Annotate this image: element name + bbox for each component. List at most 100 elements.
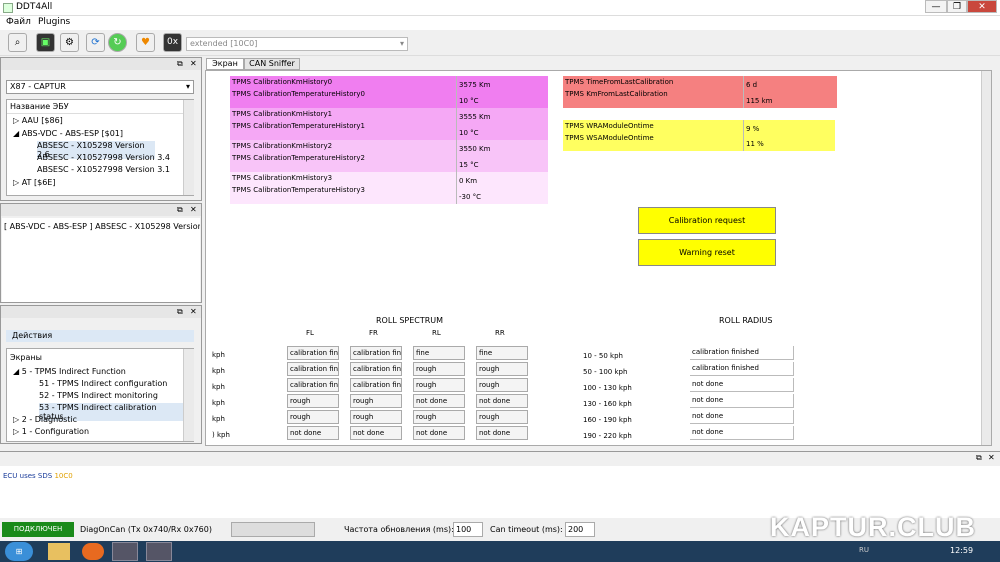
timeout-spinbox[interactable]: 200 <box>565 522 595 537</box>
screen-scrollbar[interactable] <box>981 71 991 445</box>
tree-scrollbar[interactable] <box>183 100 194 195</box>
tab-can-sniffer[interactable]: CAN Sniffer <box>244 58 300 70</box>
app-icon <box>3 3 13 13</box>
firefox-icon[interactable] <box>82 543 104 560</box>
dock-header: ⧉ ✕ <box>1 58 201 70</box>
ontime-label: TPMS WRAModuleOntime <box>565 122 654 130</box>
spectrum-cell: calibration finis <box>350 378 402 392</box>
float-icon[interactable]: ⧉ <box>976 453 982 463</box>
vehicle-dock: ⧉ ✕ X87 - CAPTUR ▾ Название ЭБУ ▷ AAU [$8… <box>0 57 202 201</box>
history-row: TPMS CalibrationTemperatureHistory2 15 °C <box>230 154 548 172</box>
language-indicator[interactable]: RU <box>859 546 869 554</box>
spectrum-cell: rough <box>476 362 528 376</box>
spectrum-cell: rough <box>350 410 402 424</box>
history-label: TPMS CalibrationKmHistory2 <box>232 142 333 150</box>
wheel-header: FR <box>369 329 378 337</box>
close-icon[interactable]: ✕ <box>190 59 197 68</box>
history-value: 10 °C <box>456 124 548 140</box>
spectrum-cell: not done <box>413 394 465 408</box>
actions-section[interactable]: Действия <box>6 330 194 342</box>
radius-speed-label: 160 - 190 kph <box>583 416 632 424</box>
refresh-icon[interactable]: ⟳ <box>86 33 105 52</box>
tree-item[interactable]: 51 - TPMS Indirect configuration <box>39 379 167 388</box>
radius-value: calibration finished <box>690 346 794 360</box>
menu-plugins[interactable]: Plugins <box>38 17 70 27</box>
close-icon[interactable]: ✕ <box>190 307 197 316</box>
refresh-value: 100 <box>456 525 472 534</box>
ddt4all-taskbar-icon[interactable] <box>146 542 172 561</box>
history-row: TPMS CalibrationTemperatureHistory1 10 °C <box>230 122 548 140</box>
taskbar: ⊞ RU 12:59 <box>0 541 1000 562</box>
spectrum-cell: calibration finis <box>287 362 339 376</box>
radius-speed-label: 10 - 50 kph <box>583 352 623 360</box>
log-output: ECU uses SDS 10C0 <box>0 466 1000 518</box>
tree-item[interactable]: ▷ 1 - Configuration <box>13 427 89 436</box>
spectrum-cell: fine <box>413 346 465 360</box>
heartbeat-icon[interactable]: ♥ <box>136 33 155 52</box>
refresh-label: Частота обновления (ms): <box>344 525 454 534</box>
tree-item[interactable]: ▷ AT [$6E] <box>13 178 55 187</box>
tree-header: Экраны <box>10 353 42 362</box>
spectrum-cell: not done <box>476 426 528 440</box>
ecu-mode-value: extended [10C0] <box>190 39 258 48</box>
spectrum-cell: rough <box>413 378 465 392</box>
explorer-icon[interactable] <box>48 543 70 560</box>
tree-item[interactable]: ◢ 5 - TPMS Indirect Function <box>13 367 126 376</box>
float-icon[interactable]: ⧉ <box>177 59 183 69</box>
close-button[interactable]: ✕ <box>967 0 997 13</box>
tree-item[interactable]: ▷ 2 - Diagnostic <box>13 415 77 424</box>
spectrum-cell: rough <box>413 410 465 424</box>
dock-header: ⧉ ✕ <box>1 204 201 216</box>
ontime-value: 11 % <box>743 135 835 151</box>
float-icon[interactable]: ⧉ <box>177 307 183 317</box>
history-row: TPMS CalibrationTemperatureHistory3 -30 °… <box>230 186 548 204</box>
history-row: TPMS CalibrationTemperatureHistory0 10 °C <box>230 90 548 108</box>
radius-value: not done <box>690 410 794 424</box>
vehicle-select[interactable]: X87 - CAPTUR ▾ <box>6 80 194 94</box>
calibration-value: 6 d <box>743 76 837 92</box>
toolbar: ⌕ ▣ ⚙ ⟳ ↻ ♥ 0x <box>0 30 1000 56</box>
history-label: TPMS CalibrationTemperatureHistory1 <box>232 122 365 130</box>
menu-file[interactable]: Файл <box>6 17 31 27</box>
speed-label: kph <box>212 415 225 423</box>
refresh-spinbox[interactable]: 100 <box>453 522 483 537</box>
tree-item[interactable]: ABSESC - X10527998 Version 3.4 <box>37 153 170 162</box>
timeout-value: 200 <box>568 525 584 534</box>
calibration-request-button[interactable]: Calibration request <box>638 207 776 234</box>
connect-icon[interactable]: ↻ <box>108 33 127 52</box>
tree-scrollbar[interactable] <box>183 349 194 441</box>
radius-speed-label: 130 - 160 kph <box>583 400 632 408</box>
tab-screen[interactable]: Экран <box>206 58 244 70</box>
minimize-button[interactable]: — <box>925 0 947 13</box>
hex-icon[interactable]: 0x <box>163 33 182 52</box>
close-icon[interactable]: ✕ <box>190 205 197 214</box>
spectrum-cell: calibration finis <box>287 378 339 392</box>
calibration-label: TPMS KmFromLastCalibration <box>565 90 668 98</box>
tree-item[interactable]: 52 - TPMS Indirect monitoring <box>39 391 158 400</box>
history-value: 3575 Km <box>456 76 548 92</box>
app-taskbar-icon[interactable] <box>112 542 138 561</box>
history-label: TPMS CalibrationKmHistory0 <box>232 78 333 86</box>
scan-icon[interactable]: ⌕ <box>8 33 27 52</box>
warning-reset-button[interactable]: Warning reset <box>638 239 776 266</box>
history-value: 10 °C <box>456 92 548 108</box>
spectrum-cell: not done <box>350 426 402 440</box>
float-icon[interactable]: ⧉ <box>177 205 183 215</box>
ecu-mode-select[interactable]: extended [10C0] ▾ <box>186 37 408 51</box>
tree-item[interactable]: ◢ ABS-VDC - ABS-ESP [$01] <box>13 129 123 138</box>
watermark: KAPTUR.CLUB <box>770 512 976 542</box>
tree-item[interactable]: ▷ AAU [$86] <box>13 116 63 125</box>
tree-item[interactable]: ABSESC - X10527998 Version 3.1 <box>37 165 170 174</box>
ecu-info-dock: ⧉ ✕ [ ABS-VDC - ABS-ESP ] ABSESC - X1052… <box>0 203 202 303</box>
history-label: TPMS CalibrationKmHistory1 <box>232 110 333 118</box>
roll-spectrum-title: ROLL SPECTRUM <box>376 316 444 325</box>
calibration-value: 115 km <box>743 92 837 108</box>
ecu-icon[interactable]: ▣ <box>36 33 55 52</box>
title-bar: DDT4All — ❐ ✕ <box>0 0 1000 16</box>
start-button[interactable]: ⊞ <box>5 542 33 561</box>
spectrum-cell: not done <box>413 426 465 440</box>
settings-icon[interactable]: ⚙ <box>60 33 79 52</box>
maximize-button[interactable]: ❐ <box>947 0 967 13</box>
close-icon[interactable]: ✕ <box>988 453 995 462</box>
history-label: TPMS CalibrationKmHistory3 <box>232 174 333 182</box>
